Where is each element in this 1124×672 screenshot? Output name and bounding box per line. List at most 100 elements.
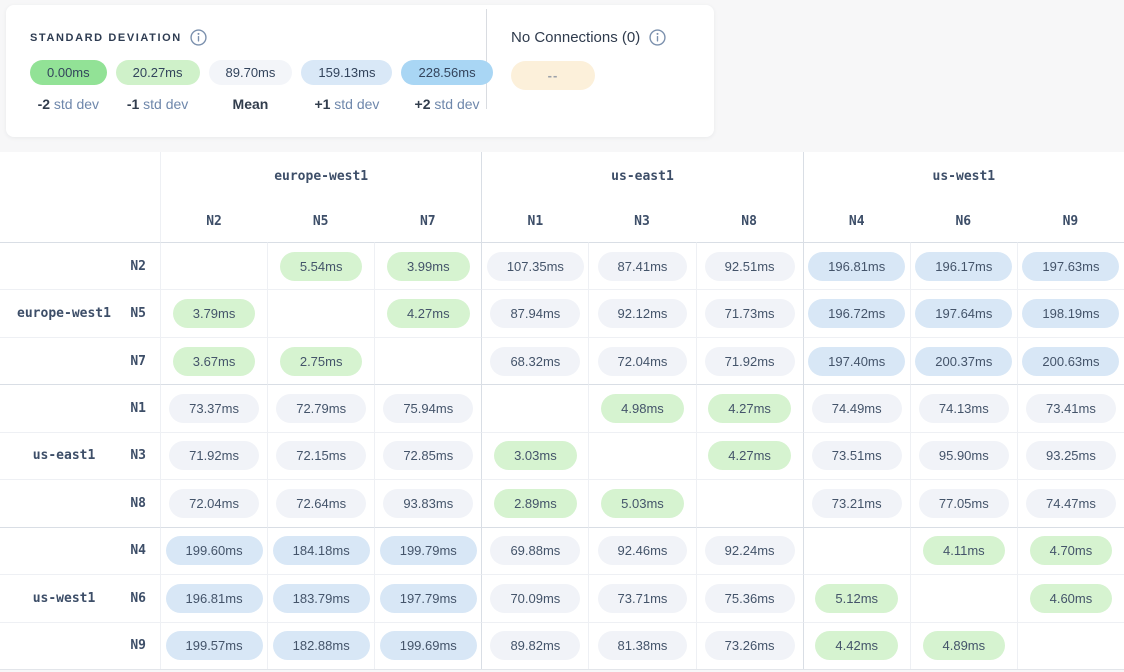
latency-badge[interactable]: 72.15ms [276,441,366,470]
matrix-cell [267,289,374,336]
latency-badge[interactable]: 75.94ms [383,394,473,423]
matrix-cell: 183.79ms [267,574,374,621]
latency-badge[interactable]: 70.09ms [490,584,580,613]
latency-badge[interactable]: 107.35ms [487,252,584,281]
latency-badge[interactable]: 199.79ms [380,536,477,565]
latency-badge[interactable]: 199.57ms [166,631,263,660]
matrix-cell: 70.09ms [481,574,588,621]
latency-badge[interactable]: 69.88ms [490,536,580,565]
latency-badge[interactable]: 72.04ms [169,489,259,518]
legend-item-label: Mean [233,96,269,112]
latency-badge[interactable]: 4.27ms [708,394,791,423]
latency-badge[interactable]: 95.90ms [919,441,1009,470]
latency-badge[interactable]: 74.49ms [812,394,902,423]
latency-badge[interactable]: 4.89ms [923,631,1006,660]
latency-badge[interactable]: 4.27ms [387,299,470,328]
col-node-label: N1 [481,200,588,242]
latency-badge[interactable]: 72.79ms [276,394,366,423]
matrix-cell: 71.73ms [696,289,803,336]
latency-badge[interactable]: 87.94ms [490,299,580,328]
latency-badge[interactable]: 197.79ms [380,584,477,613]
latency-badge[interactable]: 5.54ms [280,252,363,281]
latency-badge[interactable]: 183.79ms [273,584,370,613]
latency-badge[interactable]: 73.37ms [169,394,259,423]
row-header: us-west1N6 [0,574,160,621]
row-region-label: europe-west1 [0,306,128,321]
latency-badge[interactable]: 197.40ms [808,347,905,376]
latency-badge[interactable]: 73.26ms [705,631,795,660]
latency-badge[interactable]: 93.25ms [1026,441,1116,470]
matrix-cell: 93.83ms [374,479,481,526]
latency-badge[interactable]: 92.51ms [705,252,795,281]
latency-badge[interactable]: 198.19ms [1022,299,1119,328]
latency-badge[interactable]: 73.41ms [1026,394,1116,423]
info-icon[interactable] [190,29,207,46]
latency-badge[interactable]: 92.46ms [598,536,688,565]
latency-badge[interactable]: 199.60ms [166,536,263,565]
latency-badge[interactable]: 184.18ms [273,536,370,565]
latency-badge[interactable]: 89.82ms [490,631,580,660]
latency-badge[interactable]: 196.72ms [808,299,905,328]
legend-title: STANDARD DEVIATION [30,32,182,44]
latency-badge[interactable]: 77.05ms [919,489,1009,518]
latency-badge[interactable]: 72.04ms [598,347,688,376]
latency-badge[interactable]: 200.37ms [915,347,1012,376]
latency-badge[interactable]: 2.75ms [280,347,363,376]
latency-badge[interactable]: 92.12ms [598,299,688,328]
latency-badge[interactable]: 199.69ms [380,631,477,660]
row-node-label: N7 [130,354,160,369]
matrix-cell: 198.19ms [1017,289,1124,336]
latency-badge[interactable]: 74.47ms [1026,489,1116,518]
matrix-cell: 77.05ms [910,479,1017,526]
latency-badge[interactable]: 73.71ms [598,584,688,613]
latency-badge[interactable]: 197.63ms [1022,252,1119,281]
latency-badge[interactable]: 71.92ms [169,441,259,470]
latency-badge[interactable]: 4.70ms [1030,536,1113,565]
latency-badge[interactable]: 3.99ms [387,252,470,281]
matrix-cell: 92.46ms [588,527,695,574]
latency-badge[interactable]: 87.41ms [598,252,688,281]
matrix-cell: 93.25ms [1017,432,1124,479]
latency-badge[interactable]: 75.36ms [705,584,795,613]
latency-badge[interactable]: 4.98ms [601,394,684,423]
latency-badge[interactable]: 68.32ms [490,347,580,376]
latency-badge[interactable]: 71.73ms [705,299,795,328]
latency-badge[interactable]: 4.11ms [923,536,1005,565]
latency-badge[interactable]: 73.51ms [812,441,902,470]
latency-badge[interactable]: 5.12ms [815,584,898,613]
matrix-cell: 3.79ms [160,289,267,336]
matrix-cell: 5.03ms [588,479,695,526]
latency-badge[interactable]: 4.27ms [708,441,791,470]
latency-badge[interactable]: 81.38ms [598,631,688,660]
matrix-cell: 3.03ms [481,432,588,479]
col-node-label: N2 [160,200,267,242]
matrix-cell: 4.27ms [696,432,803,479]
row-region-label: us-east1 [0,448,128,463]
latency-badge[interactable]: 196.17ms [915,252,1012,281]
latency-badge[interactable]: 4.60ms [1030,584,1113,613]
latency-badge[interactable]: 72.64ms [276,489,366,518]
latency-badge[interactable]: 5.03ms [601,489,684,518]
latency-badge[interactable]: 3.79ms [173,299,256,328]
latency-badge[interactable]: 71.92ms [705,347,795,376]
latency-badge[interactable]: 74.13ms [919,394,1009,423]
row-node-label: N6 [130,591,160,606]
latency-badge[interactable]: 196.81ms [166,584,263,613]
latency-badge[interactable]: 72.85ms [383,441,473,470]
col-node-label: N8 [696,200,803,242]
latency-badge[interactable]: 73.21ms [812,489,902,518]
latency-badge[interactable]: 3.67ms [173,347,256,376]
matrix-cell [1017,622,1124,669]
latency-badge[interactable]: 92.24ms [705,536,795,565]
latency-badge[interactable]: 93.83ms [383,489,473,518]
latency-badge[interactable]: 182.88ms [273,631,370,660]
latency-badge[interactable]: 196.81ms [808,252,905,281]
latency-badge[interactable]: 4.42ms [815,631,898,660]
matrix-cell: 73.71ms [588,574,695,621]
latency-badge[interactable]: 2.89ms [494,489,577,518]
latency-badge[interactable]: 200.63ms [1022,347,1119,376]
legend-card: STANDARD DEVIATION 0.00ms-2 std dev20.27… [6,5,714,137]
latency-badge[interactable]: 3.03ms [494,441,577,470]
latency-badge[interactable]: 197.64ms [915,299,1012,328]
info-icon[interactable] [649,29,666,46]
